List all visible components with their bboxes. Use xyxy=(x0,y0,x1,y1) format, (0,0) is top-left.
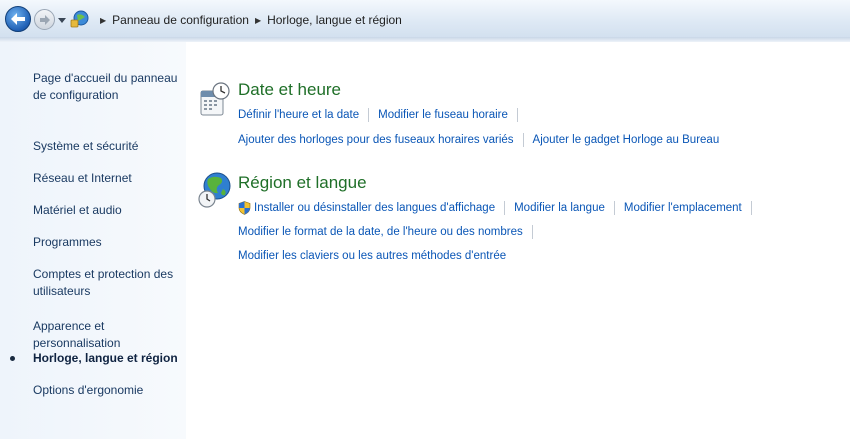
sidebar-item-user-accounts[interactable]: Comptes et protection des utilisateurs xyxy=(33,266,183,300)
sidebar-item-network-internet[interactable]: Réseau et Internet xyxy=(33,170,183,187)
breadcrumb-separator-icon[interactable]: ▶ xyxy=(100,16,106,25)
history-dropdown-icon xyxy=(57,17,66,23)
sidebar-item-hardware-sound[interactable]: Matériel et audio xyxy=(33,202,183,219)
link-add-clock-gadget[interactable]: Ajouter le gadget Horloge au Bureau xyxy=(533,132,720,148)
breadcrumb: ▶ Panneau de configuration ▶ Horloge, la… xyxy=(94,11,402,29)
category-title-date-time[interactable]: Date et heure xyxy=(238,80,341,100)
sidebar-item-clock-language-region[interactable]: Horloge, langue et région xyxy=(33,350,183,367)
link-change-language[interactable]: Modifier la langue xyxy=(514,200,605,216)
link-change-formats[interactable]: Modifier le format de la date, de l'heur… xyxy=(238,224,523,240)
region-language-links-row-1: Installer ou désinstaller des langues d'… xyxy=(238,200,761,216)
link-divider xyxy=(504,201,506,215)
control-panel-icon xyxy=(70,10,89,28)
link-divider xyxy=(613,201,615,215)
sidebar-item-system-security[interactable]: Système et sécurité xyxy=(33,138,183,155)
date-time-links-row-2: Ajouter des horloges pour des fuseaux ho… xyxy=(238,132,719,148)
sidebar: Page d'accueil du panneau de configurati… xyxy=(0,42,186,439)
globe-clock-icon[interactable] xyxy=(197,170,233,210)
history-dropdown-button[interactable] xyxy=(57,14,66,26)
link-change-keyboards[interactable]: Modifier les claviers ou les autres méth… xyxy=(238,248,506,264)
link-divider xyxy=(516,108,518,122)
link-install-display-languages[interactable]: Installer ou désinstaller des langues d'… xyxy=(254,200,495,216)
back-arrow-icon xyxy=(11,13,25,25)
sidebar-item-home[interactable]: Page d'accueil du panneau de configurati… xyxy=(33,70,183,104)
sidebar-item-appearance[interactable]: Apparence et personnalisation xyxy=(33,318,183,352)
forward-button[interactable] xyxy=(34,9,55,30)
breadcrumb-control-panel[interactable]: Panneau de configuration xyxy=(112,13,249,27)
link-add-clocks[interactable]: Ajouter des horloges pour des fuseaux ho… xyxy=(238,132,514,148)
link-divider xyxy=(368,108,370,122)
link-divider xyxy=(531,225,533,239)
sidebar-item-programs[interactable]: Programmes xyxy=(33,234,183,251)
control-panel-window: ▶ Panneau de configuration ▶ Horloge, la… xyxy=(0,0,850,439)
sidebar-item-ease-of-access[interactable]: Options d'ergonomie xyxy=(33,382,183,399)
link-set-time-date[interactable]: Définir l'heure et la date xyxy=(238,107,359,123)
region-language-links-row-3: Modifier les claviers ou les autres méth… xyxy=(238,248,506,264)
date-time-links-row-1: Définir l'heure et la date Modifier le f… xyxy=(238,107,527,123)
link-change-location[interactable]: Modifier l'emplacement xyxy=(624,200,742,216)
region-language-links-row-2: Modifier le format de la date, de l'heur… xyxy=(238,224,542,240)
breadcrumb-clock-language-region[interactable]: Horloge, langue et région xyxy=(267,13,402,27)
breadcrumb-separator-icon[interactable]: ▶ xyxy=(255,16,261,25)
forward-arrow-icon xyxy=(39,14,50,25)
link-divider xyxy=(750,201,752,215)
uac-shield-icon xyxy=(238,201,251,215)
address-bar: ▶ Panneau de configuration ▶ Horloge, la… xyxy=(0,0,850,39)
category-title-region-language[interactable]: Région et langue xyxy=(238,173,367,193)
active-bullet-icon xyxy=(10,356,15,361)
calendar-clock-icon[interactable] xyxy=(199,82,231,118)
link-change-time-zone[interactable]: Modifier le fuseau horaire xyxy=(378,107,508,123)
back-button[interactable] xyxy=(5,6,31,32)
link-divider xyxy=(522,133,524,147)
